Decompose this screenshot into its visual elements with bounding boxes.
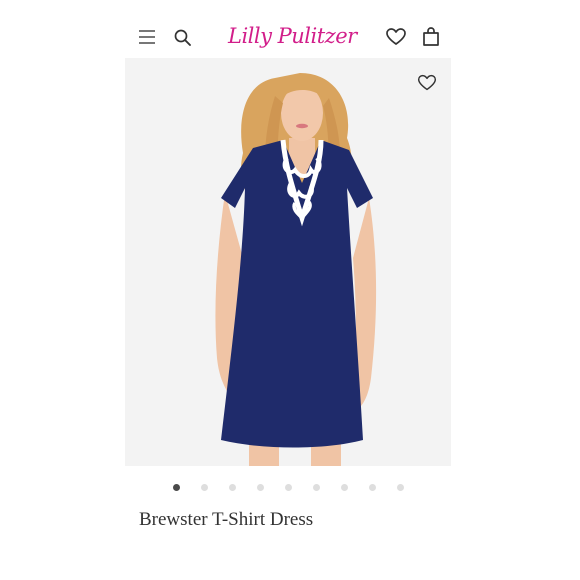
shopping-bag-icon	[423, 27, 439, 46]
search-icon	[174, 29, 191, 46]
product-title: Brewster T-Shirt Dress	[139, 509, 314, 530]
carousel-dot[interactable]	[229, 484, 236, 491]
brand-logo[interactable]: Lilly Pulitzer	[228, 18, 357, 54]
carousel-dot[interactable]	[369, 484, 376, 491]
carousel-dot[interactable]	[397, 484, 404, 491]
heart-icon	[386, 28, 406, 45]
image-wishlist-button[interactable]	[415, 71, 439, 95]
wishlist-button[interactable]	[383, 24, 409, 50]
cart-button[interactable]	[418, 24, 444, 50]
carousel-dot[interactable]	[285, 484, 292, 491]
model-photo	[125, 58, 451, 466]
product-image[interactable]	[125, 58, 451, 466]
top-nav-bar: Lilly Pulitzer	[0, 0, 580, 58]
carousel-dot[interactable]	[173, 484, 180, 491]
menu-button[interactable]	[134, 24, 160, 50]
menu-icon	[139, 30, 155, 44]
carousel-dot[interactable]	[201, 484, 208, 491]
carousel-dot[interactable]	[313, 484, 320, 491]
carousel-dot[interactable]	[257, 484, 264, 491]
image-carousel-dots	[0, 481, 580, 495]
search-button[interactable]	[170, 24, 196, 50]
heart-icon	[417, 74, 437, 91]
carousel-dot[interactable]	[341, 484, 348, 491]
